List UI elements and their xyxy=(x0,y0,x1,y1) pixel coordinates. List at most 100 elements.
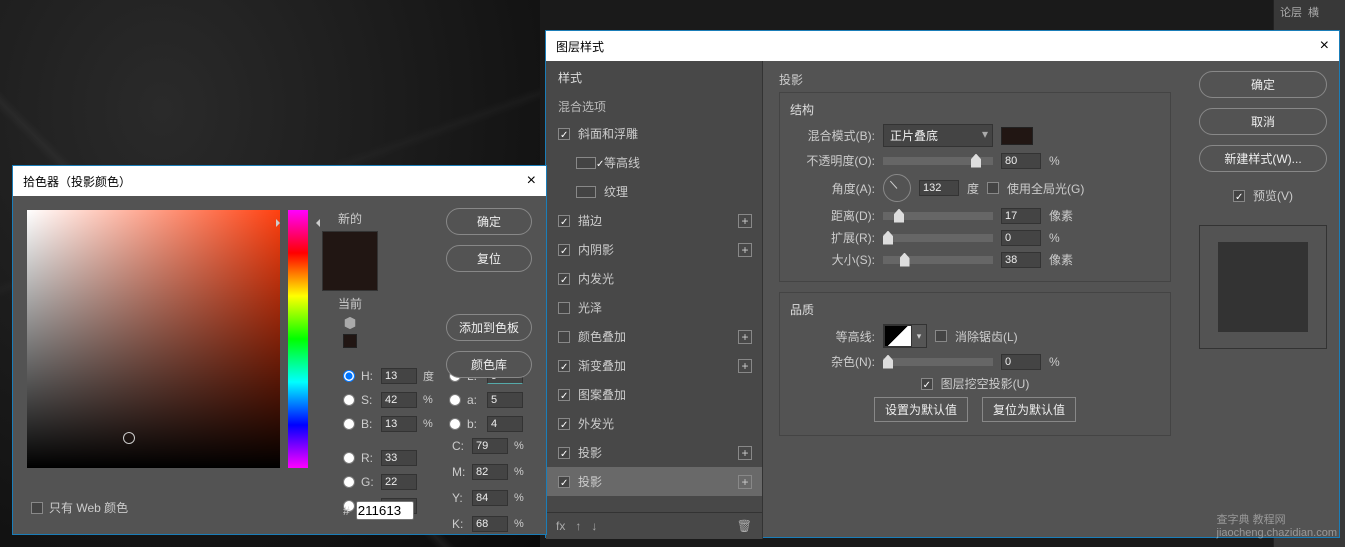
move-down-icon[interactable]: ↓ xyxy=(591,519,597,533)
close-icon[interactable]: × xyxy=(527,172,536,190)
checkbox-icon[interactable] xyxy=(558,476,570,488)
style-item-inner-glow[interactable]: 内发光 xyxy=(546,264,762,293)
style-item-bevel[interactable]: 斜面和浮雕 xyxy=(546,119,762,148)
opacity-unit: % xyxy=(1049,154,1060,168)
add-effect-icon[interactable]: + xyxy=(738,243,752,257)
trash-icon[interactable]: 🗑 xyxy=(737,519,752,533)
blend-options[interactable]: 混合选项 xyxy=(546,94,762,119)
blend-mode-select[interactable]: 正片叠底 xyxy=(883,124,993,147)
add-effect-icon[interactable]: + xyxy=(738,446,752,460)
opacity-slider[interactable] xyxy=(883,157,993,165)
style-item-outer-glow[interactable]: 外发光 xyxy=(546,409,762,438)
checkbox-icon[interactable] xyxy=(558,447,570,459)
checkbox-icon[interactable] xyxy=(558,244,570,256)
hue-slider[interactable] xyxy=(288,210,308,468)
r-input[interactable] xyxy=(381,450,417,466)
distance-input[interactable] xyxy=(1001,208,1041,224)
checkbox-icon[interactable] xyxy=(558,215,570,227)
add-effect-icon[interactable]: + xyxy=(738,330,752,344)
g-input[interactable] xyxy=(381,474,417,490)
add-swatch-button[interactable]: 添加到色板 xyxy=(446,314,532,341)
spread-slider[interactable] xyxy=(883,234,993,242)
h-input[interactable] xyxy=(381,368,417,384)
radio-s[interactable] xyxy=(343,394,355,406)
move-up-icon[interactable]: ↑ xyxy=(575,519,581,533)
panel-tab-layers[interactable]: 论层 xyxy=(1280,4,1302,20)
reset-default-button[interactable]: 复位为默认值 xyxy=(982,397,1076,422)
gamut-color-swatch[interactable] xyxy=(343,334,357,348)
noise-slider[interactable] xyxy=(883,358,993,366)
gamut-warning-icon[interactable] xyxy=(343,316,357,330)
fx-icon[interactable]: fx xyxy=(556,519,565,533)
noise-input[interactable] xyxy=(1001,354,1041,370)
add-effect-icon[interactable]: + xyxy=(738,214,752,228)
new-style-button[interactable]: 新建样式(W)... xyxy=(1199,145,1327,172)
size-input[interactable] xyxy=(1001,252,1041,268)
style-item-color-overlay[interactable]: 颜色叠加+ xyxy=(546,322,762,351)
chevron-down-icon[interactable]: ▾ xyxy=(912,325,926,347)
checkbox-icon[interactable] xyxy=(576,186,596,198)
radio-b[interactable] xyxy=(343,418,355,430)
knockout-checkbox[interactable] xyxy=(921,378,933,390)
style-item-drop-shadow-2[interactable]: 投影 + xyxy=(546,467,762,496)
style-item-gradient-overlay[interactable]: 渐变叠加+ xyxy=(546,351,762,380)
shadow-color-chip[interactable] xyxy=(1001,127,1033,145)
make-default-button[interactable]: 设置为默认值 xyxy=(874,397,968,422)
angle-dial[interactable] xyxy=(883,174,911,202)
checkbox-icon[interactable] xyxy=(558,389,570,401)
close-icon[interactable]: × xyxy=(1320,37,1329,55)
size-slider[interactable] xyxy=(883,256,993,264)
radio-g[interactable] xyxy=(343,476,355,488)
a-input[interactable] xyxy=(487,392,523,408)
spread-input[interactable] xyxy=(1001,230,1041,246)
add-effect-icon[interactable]: + xyxy=(738,359,752,373)
panel-tab-other[interactable]: 横 xyxy=(1308,4,1319,20)
style-item-drop-shadow-1[interactable]: 投影+ xyxy=(546,438,762,467)
style-item-inner-shadow[interactable]: 内阴影+ xyxy=(546,235,762,264)
angle-input[interactable] xyxy=(919,180,959,196)
checkbox-icon[interactable] xyxy=(558,273,570,285)
distance-slider[interactable] xyxy=(883,212,993,220)
bc-input[interactable] xyxy=(381,416,417,432)
radio-b2[interactable] xyxy=(449,418,461,430)
m-input[interactable] xyxy=(472,464,508,480)
style-item-label: 投影 xyxy=(578,473,602,490)
y-input[interactable] xyxy=(472,490,508,506)
style-item-satin[interactable]: 光泽 xyxy=(546,293,762,322)
global-light-checkbox[interactable] xyxy=(987,182,999,194)
radio-r[interactable] xyxy=(343,452,355,464)
color-libraries-button[interactable]: 颜色库 xyxy=(446,351,532,378)
layer-style-titlebar[interactable]: 图层样式 × xyxy=(546,31,1339,61)
radio-a[interactable] xyxy=(449,394,461,406)
ok-button[interactable]: 确定 xyxy=(446,208,532,235)
color-compare-swatch[interactable] xyxy=(322,231,378,291)
style-item-contour[interactable]: 等高线 xyxy=(546,148,762,177)
web-only-checkbox[interactable] xyxy=(31,502,43,514)
style-item-stroke[interactable]: 描边+ xyxy=(546,206,762,235)
antialias-checkbox[interactable] xyxy=(935,330,947,342)
preview-checkbox[interactable] xyxy=(1233,190,1245,202)
color-picker-titlebar[interactable]: 拾色器（投影颜色） × xyxy=(13,166,546,196)
style-item-texture[interactable]: 纹理 xyxy=(546,177,762,206)
styles-heading[interactable]: 样式 xyxy=(546,61,762,94)
s-input[interactable] xyxy=(381,392,417,408)
c-input[interactable] xyxy=(472,438,508,454)
add-effect-icon[interactable]: + xyxy=(738,475,752,489)
b2-input[interactable] xyxy=(487,416,523,432)
checkbox-icon[interactable] xyxy=(558,128,570,140)
opacity-input[interactable] xyxy=(1001,153,1041,169)
radio-h[interactable] xyxy=(343,370,355,382)
reset-button[interactable]: 复位 xyxy=(446,245,532,272)
checkbox-icon[interactable] xyxy=(576,157,596,169)
ok-button[interactable]: 确定 xyxy=(1199,71,1327,98)
checkbox-icon[interactable] xyxy=(558,331,570,343)
k-input[interactable] xyxy=(472,516,508,532)
contour-picker[interactable]: ▾ xyxy=(883,324,927,348)
hex-input[interactable] xyxy=(356,501,414,520)
color-field[interactable] xyxy=(27,210,280,468)
checkbox-icon[interactable] xyxy=(558,360,570,372)
checkbox-icon[interactable] xyxy=(558,418,570,430)
checkbox-icon[interactable] xyxy=(558,302,570,314)
cancel-button[interactable]: 取消 xyxy=(1199,108,1327,135)
style-item-pattern-overlay[interactable]: 图案叠加 xyxy=(546,380,762,409)
